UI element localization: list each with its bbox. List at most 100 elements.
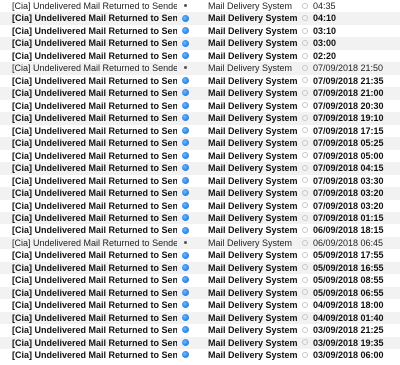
message-sender: Mail Delivery System: [208, 300, 298, 311]
message-row[interactable]: [Cia] Undelivered Mail Returned to Sende…: [0, 112, 400, 125]
flag-ring-icon[interactable]: [300, 324, 310, 336]
flag-ring-icon[interactable]: [300, 349, 310, 361]
message-row[interactable]: [Cia] Undelivered Mail Returned to Sende…: [0, 37, 400, 50]
message-row[interactable]: [Cia] Undelivered Mail Returned to Sende…: [0, 211, 400, 225]
flag-ring-icon[interactable]: [300, 187, 310, 199]
flag-ring-icon[interactable]: [300, 287, 310, 299]
flag-ring-icon[interactable]: [300, 100, 310, 112]
message-subject: [Cia] Undelivered Mail Returned to Sende…: [12, 88, 177, 99]
message-sender: Mail Delivery System: [208, 188, 298, 199]
message-subject: [Cia] Undelivered Mail Returned to Sende…: [12, 50, 177, 61]
unread-star-icon: [180, 187, 190, 199]
message-subject: [Cia] Undelivered Mail Returned to Sende…: [12, 225, 177, 236]
message-sender: Mail Delivery System: [208, 237, 293, 248]
message-sender: Mail Delivery System: [208, 25, 298, 36]
message-sender: Mail Delivery System: [208, 250, 298, 261]
message-subject: [Cia] Undelivered Mail Returned to Sende…: [12, 287, 177, 298]
flag-ring-icon[interactable]: [300, 12, 310, 24]
flag-ring-icon[interactable]: [300, 262, 310, 274]
flag-ring-icon[interactable]: [300, 50, 310, 62]
message-row[interactable]: [Cia] Undelivered Mail Returned to Sende…: [0, 200, 400, 212]
flag-ring-icon[interactable]: [300, 200, 310, 212]
flag-ring-icon[interactable]: [300, 249, 310, 261]
message-subject: [Cia] Undelivered Mail Returned to Sende…: [12, 237, 177, 248]
flag-ring-icon[interactable]: [300, 75, 310, 87]
message-row[interactable]: [Cia] Undelivered Mail Returned to Sende…: [0, 175, 400, 187]
message-date: 04/09/2018 01:40: [313, 312, 384, 323]
message-row[interactable]: [Cia] Undelivered Mail Returned to Sende…: [0, 162, 400, 175]
message-row[interactable]: [Cia] Undelivered Mail Returned to Sende…: [0, 336, 400, 350]
read-dot-icon: [180, 62, 190, 74]
message-date: 07/09/2018 21:35: [313, 75, 384, 86]
message-row[interactable]: [Cia] Undelivered Mail Returned to Sende…: [0, 100, 400, 112]
message-row[interactable]: [Cia] Undelivered Mail Returned to Sende…: [0, 224, 400, 236]
flag-ring-icon[interactable]: [300, 312, 310, 324]
read-dot-icon: [180, 237, 190, 249]
flag-ring-icon[interactable]: [300, 125, 310, 137]
message-sender: Mail Delivery System: [208, 13, 298, 24]
message-subject: [Cia] Undelivered Mail Returned to Sende…: [12, 200, 177, 211]
flag-ring-icon[interactable]: [300, 337, 310, 349]
message-date: 07/09/2018 03:20: [313, 188, 384, 199]
flag-ring-icon[interactable]: [300, 0, 310, 12]
message-row[interactable]: [Cia] Undelivered Mail Returned to Sende…: [0, 274, 400, 286]
flag-ring-icon[interactable]: [300, 274, 310, 286]
message-row[interactable]: [Cia] Undelivered Mail Returned to Sende…: [0, 12, 400, 25]
message-date: 07/09/2018 21:00: [313, 88, 384, 99]
message-date: 03/09/2018 06:00: [313, 350, 384, 361]
message-row[interactable]: [Cia] Undelivered Mail Returned to Sende…: [0, 25, 400, 37]
flag-ring-icon[interactable]: [300, 237, 310, 249]
flag-ring-icon[interactable]: [300, 87, 310, 99]
message-row[interactable]: [Cia] Undelivered Mail Returned to Sende…: [0, 236, 400, 250]
flag-ring-icon[interactable]: [300, 62, 310, 74]
flag-ring-icon[interactable]: [300, 150, 310, 162]
message-date: 02:20: [313, 50, 337, 61]
unread-star-icon: [180, 37, 190, 49]
message-row[interactable]: [Cia] Undelivered Mail Returned to Sende…: [0, 349, 400, 361]
unread-star-icon: [180, 175, 190, 187]
message-sender: Mail Delivery System: [208, 325, 298, 336]
flag-ring-icon[interactable]: [300, 175, 310, 187]
message-subject: [Cia] Undelivered Mail Returned to Sende…: [12, 1, 177, 11]
flag-ring-icon[interactable]: [300, 112, 310, 124]
message-row[interactable]: [Cia] Undelivered Mail Returned to Sende…: [0, 137, 400, 150]
flag-ring-icon[interactable]: [300, 299, 310, 311]
message-sender: Mail Delivery System: [208, 1, 293, 11]
message-row[interactable]: [Cia] Undelivered Mail Returned to Sende…: [0, 62, 400, 75]
message-sender: Mail Delivery System: [208, 350, 298, 361]
message-date: 07/09/2018 01:15: [313, 212, 384, 223]
message-row[interactable]: [Cia] Undelivered Mail Returned to Sende…: [0, 150, 400, 162]
message-subject: [Cia] Undelivered Mail Returned to Sende…: [12, 63, 177, 74]
message-row[interactable]: [Cia] Undelivered Mail Returned to Sende…: [0, 261, 400, 275]
flag-ring-icon[interactable]: [300, 25, 310, 37]
flag-ring-icon[interactable]: [300, 137, 310, 149]
message-subject: [Cia] Undelivered Mail Returned to Sende…: [12, 350, 177, 361]
unread-star-icon: [180, 312, 190, 324]
flag-ring-icon[interactable]: [300, 212, 310, 224]
message-row[interactable]: [Cia] Undelivered Mail Returned to Sende…: [0, 87, 400, 100]
unread-star-icon: [180, 299, 190, 311]
flag-ring-icon[interactable]: [300, 224, 310, 236]
message-row[interactable]: [Cia] Undelivered Mail Returned to Sende…: [0, 125, 400, 137]
unread-star-icon: [180, 249, 190, 261]
message-row[interactable]: [Cia] Undelivered Mail Returned to Sende…: [0, 249, 400, 261]
flag-ring-icon[interactable]: [300, 37, 310, 49]
message-row[interactable]: [Cia] Undelivered Mail Returned to Sende…: [0, 311, 400, 325]
message-subject: [Cia] Undelivered Mail Returned to Sende…: [12, 125, 177, 136]
message-sender: Mail Delivery System: [208, 125, 298, 136]
message-date: 07/09/2018 03:30: [313, 175, 384, 186]
message-row[interactable]: [Cia] Undelivered Mail Returned to Sende…: [0, 0, 400, 12]
unread-star-icon: [180, 150, 190, 162]
unread-star-icon: [180, 224, 190, 236]
unread-star-icon: [180, 137, 190, 149]
unread-star-icon: [180, 200, 190, 212]
message-sender: Mail Delivery System: [208, 50, 298, 61]
flag-ring-icon[interactable]: [300, 162, 310, 174]
message-row[interactable]: [Cia] Undelivered Mail Returned to Sende…: [0, 187, 400, 200]
message-row[interactable]: [Cia] Undelivered Mail Returned to Sende…: [0, 75, 400, 87]
message-row[interactable]: [Cia] Undelivered Mail Returned to Sende…: [0, 299, 400, 311]
message-row[interactable]: [Cia] Undelivered Mail Returned to Sende…: [0, 50, 400, 62]
message-date: 06/09/2018 06:45: [313, 237, 384, 248]
message-row[interactable]: [Cia] Undelivered Mail Returned to Sende…: [0, 324, 400, 336]
message-row[interactable]: [Cia] Undelivered Mail Returned to Sende…: [0, 286, 400, 300]
